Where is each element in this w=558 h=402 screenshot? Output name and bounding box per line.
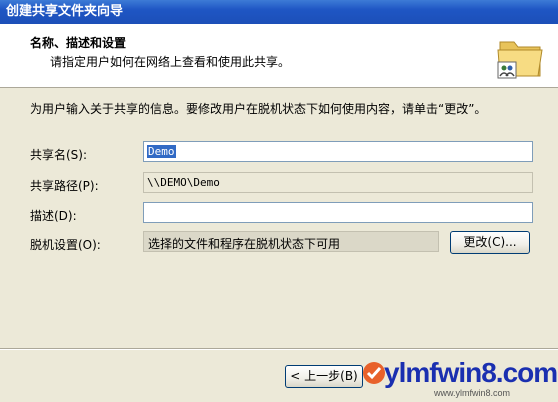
- window-title: 创建共享文件夹向导: [0, 0, 558, 24]
- back-button[interactable]: < 上一步(B): [285, 365, 363, 388]
- wizard-header: 名称、描述和设置 请指定用户如何在网络上查看和使用此共享。: [0, 24, 558, 88]
- change-button[interactable]: 更改(C)...: [450, 231, 530, 254]
- share-path-label: 共享路径(P):: [30, 179, 99, 193]
- header-title: 名称、描述和设置: [30, 36, 127, 50]
- watermark-text: ylmfwin8.com: [384, 357, 558, 388]
- offline-settings-label: 脱机设置(O):: [30, 238, 101, 252]
- intro-text: 为用户输入关于共享的信息。要修改用户在脱机状态下如何使用内容，请单击“更改”。: [30, 102, 487, 116]
- description-label: 描述(D):: [30, 209, 77, 223]
- share-path-field: \\DEMO\Demo: [143, 172, 533, 193]
- share-name-value: Demo: [147, 145, 176, 158]
- share-name-label: 共享名(S):: [30, 148, 88, 162]
- footer-divider: [0, 348, 558, 350]
- shared-folder-icon: [497, 41, 543, 79]
- watermark-logo-icon: [363, 362, 385, 384]
- watermark-url: www.ylmfwin8.com: [434, 388, 511, 398]
- description-input[interactable]: [143, 202, 533, 223]
- share-name-input[interactable]: Demo: [143, 141, 533, 162]
- watermark-logo: ylmfwin8.com www.ylmfwin8.com: [360, 355, 558, 402]
- header-subtitle: 请指定用户如何在网络上查看和使用此共享。: [50, 55, 291, 69]
- offline-settings-value: 选择的文件和程序在脱机状态下可用: [143, 231, 439, 252]
